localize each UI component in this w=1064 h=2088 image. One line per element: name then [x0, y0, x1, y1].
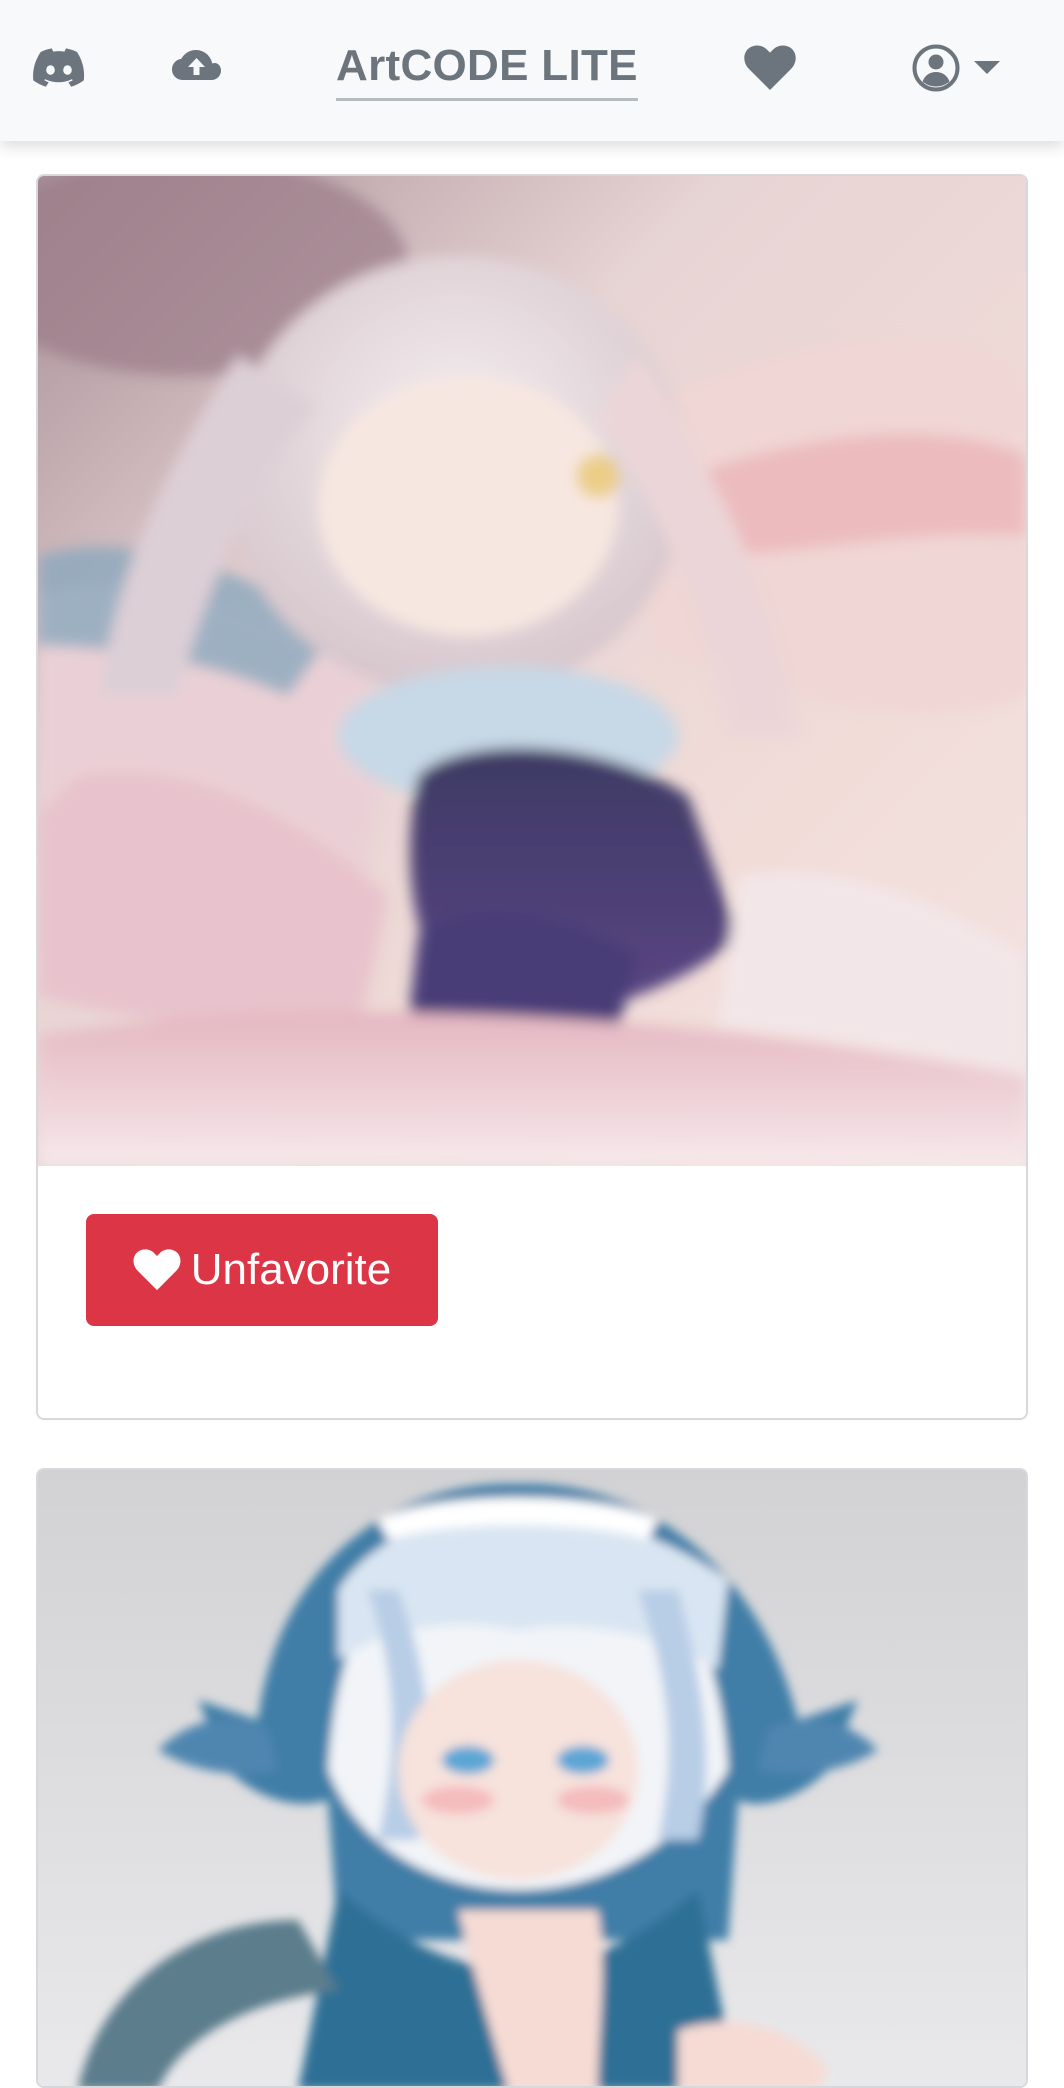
- unfavorite-button[interactable]: Unfavorite: [86, 1214, 438, 1326]
- brand-title[interactable]: ArtCODE LITE: [336, 38, 638, 101]
- cloud-upload-icon[interactable]: [168, 44, 226, 92]
- discord-icon[interactable]: [30, 44, 88, 92]
- user-circle-icon: [912, 44, 960, 92]
- unfavorite-label: Unfavorite: [190, 1245, 392, 1294]
- account-dropdown[interactable]: [904, 40, 1008, 96]
- artwork-image[interactable]: [38, 176, 1026, 1166]
- artwork-card: [36, 1468, 1028, 2088]
- artwork-card: Unfavorite: [36, 174, 1028, 1420]
- top-navbar: ArtCODE LITE: [0, 0, 1064, 141]
- artwork-image[interactable]: [38, 1470, 1026, 2086]
- heart-icon: [133, 1249, 181, 1291]
- caret-down-icon: [974, 61, 1000, 75]
- card-body: Unfavorite: [38, 1166, 1026, 1418]
- heart-icon[interactable]: [742, 42, 798, 94]
